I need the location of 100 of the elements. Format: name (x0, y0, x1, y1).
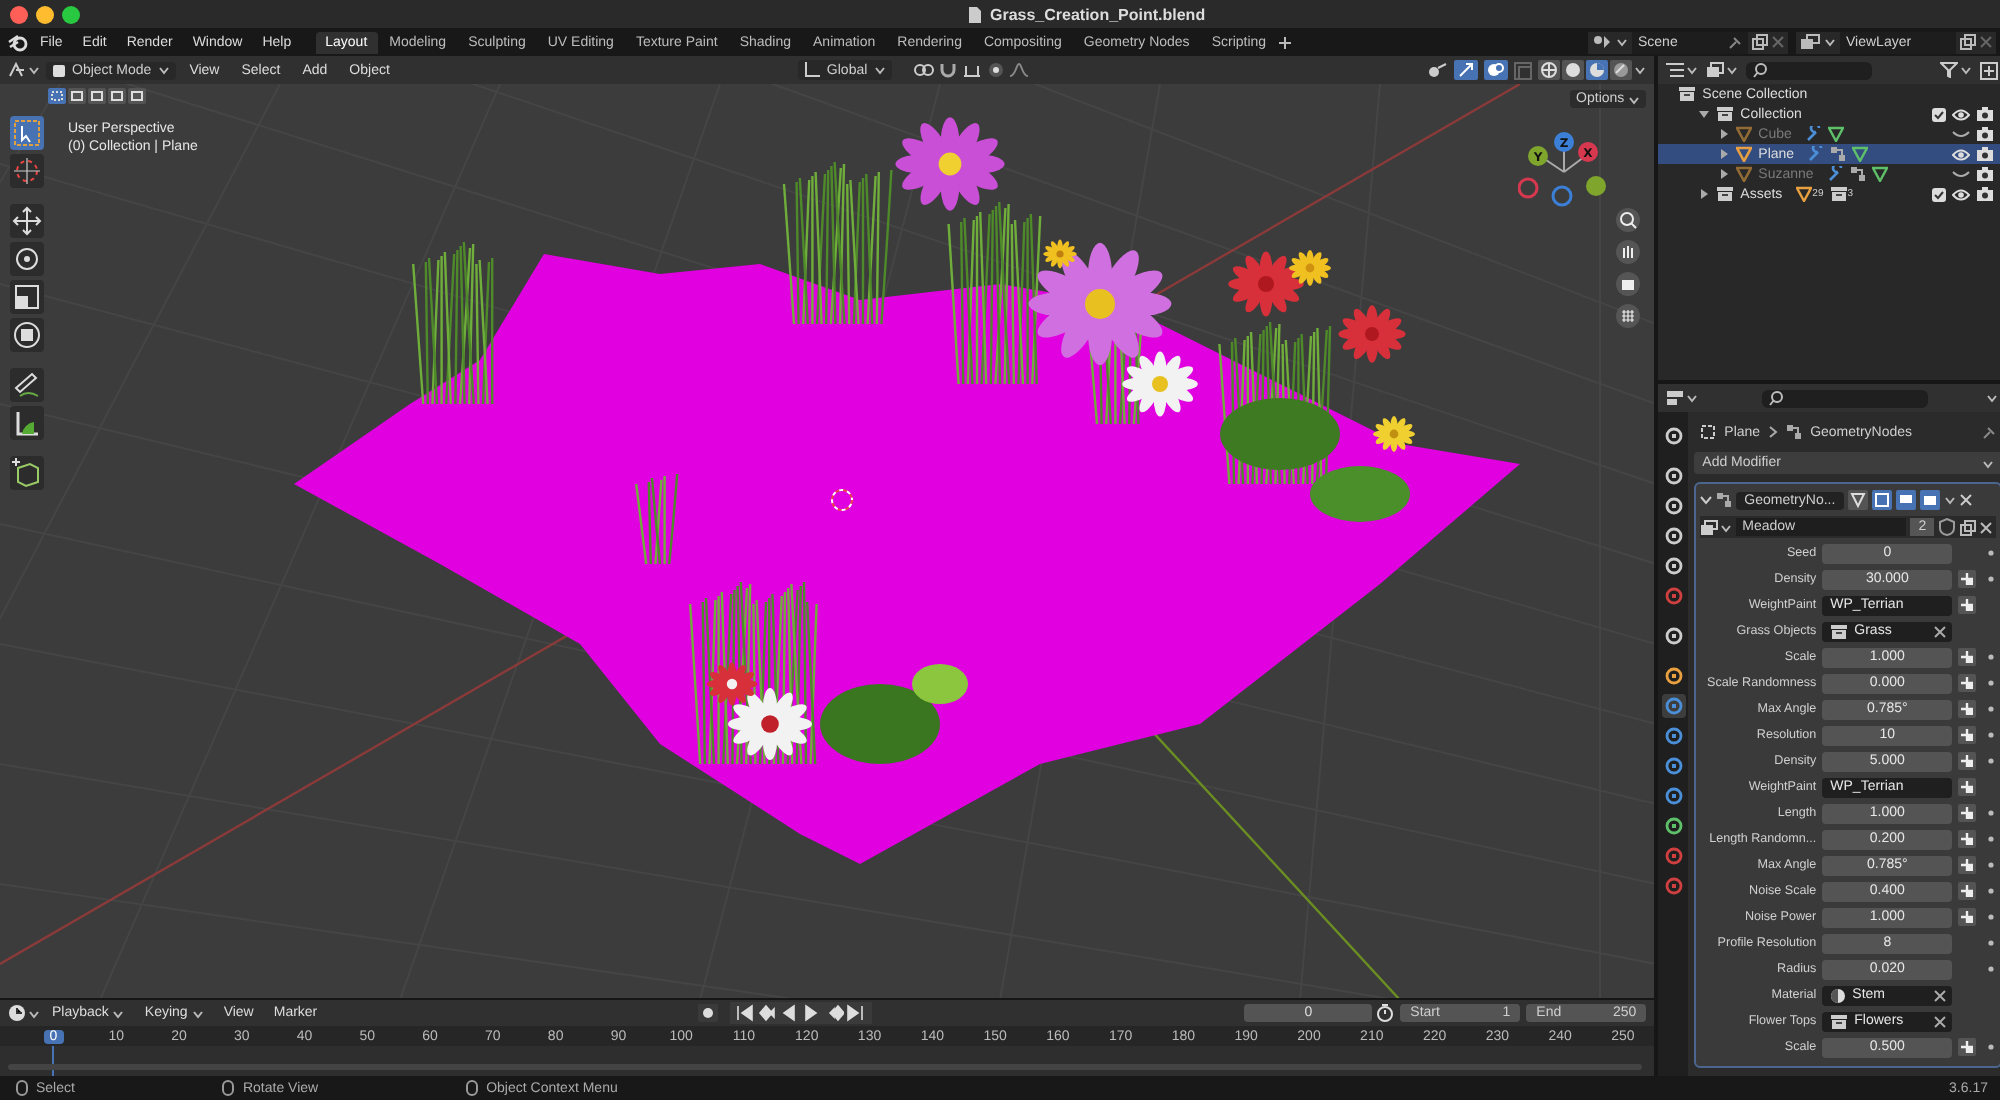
falloff-curve-icon[interactable] (1009, 62, 1028, 78)
attribute-toggle-icon[interactable] (1958, 908, 1977, 926)
caret-icon[interactable] (157, 64, 170, 76)
overlay-icon[interactable] (1484, 60, 1509, 80)
caret-icon[interactable] (873, 64, 886, 76)
transform-icon[interactable] (10, 318, 44, 352)
attribute-toggle-icon[interactable] (1958, 596, 1977, 614)
selection-mode-icon[interactable] (88, 88, 106, 104)
attribute-toggle-icon[interactable] (1958, 570, 1977, 588)
keyframe-dot-icon[interactable] (1987, 758, 1994, 764)
shading-mode-icon[interactable] (1538, 60, 1561, 80)
close-icon[interactable] (1934, 625, 1947, 637)
render-toggle-icon[interactable] (1919, 490, 1940, 510)
snap-icon[interactable] (961, 62, 982, 78)
keyframe-dot-icon[interactable] (1987, 836, 1994, 842)
pivot-icon[interactable] (913, 62, 934, 78)
play-reverse-icon[interactable] (779, 1004, 800, 1022)
node-tree-icon[interactable] (1700, 519, 1719, 535)
caret-icon[interactable] (112, 1007, 125, 1019)
edit-mode-toggle-icon[interactable] (1847, 490, 1868, 510)
caret-icon[interactable] (1986, 392, 1999, 404)
zoom-icon[interactable] (1616, 208, 1641, 232)
copy-icon[interactable] (1960, 34, 1976, 50)
editor-type-icon[interactable] (8, 62, 26, 78)
next-keyframe-icon[interactable] (823, 1004, 844, 1022)
stopwatch-icon[interactable] (1376, 1004, 1395, 1022)
search-field[interactable] (1762, 389, 1929, 407)
pin-icon[interactable] (1728, 35, 1742, 49)
previous-keyframe-icon[interactable] (757, 1004, 778, 1022)
zoom-button[interactable] (62, 5, 80, 23)
list-icon[interactable] (1666, 62, 1685, 78)
3d-cursor-icon[interactable] (831, 489, 853, 511)
attribute-toggle-icon[interactable] (1958, 674, 1977, 692)
selection-mode-icon[interactable] (128, 88, 146, 104)
checkbox[interactable] (1932, 187, 1947, 201)
camera-icon[interactable] (1976, 146, 1995, 162)
caret-icon[interactable] (28, 64, 40, 76)
keyframe-dot-icon[interactable] (1987, 732, 1994, 738)
viewport-toggle-icon[interactable] (1895, 490, 1916, 510)
attribute-toggle-icon[interactable] (1958, 648, 1977, 666)
filter-icon[interactable] (1940, 62, 1959, 78)
expand-arrow-icon[interactable] (1718, 148, 1731, 160)
caret-icon[interactable] (1726, 64, 1739, 76)
selection-mode-icon[interactable] (48, 88, 66, 104)
caret-icon[interactable] (1634, 64, 1647, 76)
keyframe-dot-icon[interactable] (1987, 966, 1994, 972)
attribute-toggle-icon[interactable] (1958, 752, 1977, 770)
scale-icon[interactable] (10, 280, 44, 314)
shield-icon[interactable] (1938, 518, 1957, 536)
caret-icon[interactable] (191, 1007, 204, 1019)
caret-icon[interactable] (1686, 392, 1699, 404)
blender-logo-icon[interactable] (8, 33, 28, 51)
pencil-icon[interactable] (10, 368, 44, 402)
attribute-toggle-icon[interactable] (1958, 726, 1977, 744)
proportional-icon[interactable] (987, 62, 1004, 78)
attribute-toggle-icon[interactable] (1958, 1038, 1977, 1056)
keyframe-dot-icon[interactable] (1987, 706, 1994, 712)
new-collection-icon[interactable] (1980, 61, 1999, 79)
keyframe-dot-icon[interactable] (1987, 914, 1994, 920)
camera-icon[interactable] (1976, 126, 1995, 142)
move-arrows-icon[interactable] (10, 204, 44, 238)
expand-arrow-icon[interactable] (1718, 128, 1731, 140)
caret-icon[interactable] (1616, 36, 1628, 48)
shading-mode-icon[interactable] (1562, 60, 1585, 80)
collapse-arrow-icon[interactable] (1698, 108, 1711, 120)
expand-arrow-icon[interactable] (1698, 188, 1711, 200)
grid-icon[interactable] (1616, 304, 1641, 328)
attribute-toggle-icon[interactable] (1958, 856, 1977, 874)
layers-icon[interactable] (1800, 34, 1820, 50)
visibility-icon[interactable] (1428, 62, 1449, 78)
caret-icon[interactable] (28, 1007, 40, 1019)
magnet-icon[interactable] (939, 62, 956, 78)
attribute-toggle-icon[interactable] (1958, 830, 1977, 848)
camera-icon[interactable] (1616, 272, 1641, 296)
keyframe-dot-icon[interactable] (1987, 550, 1994, 556)
clock-icon[interactable] (8, 1004, 26, 1022)
crosshair-icon[interactable] (10, 154, 44, 188)
keyframe-dot-icon[interactable] (1987, 680, 1994, 686)
keyframe-record-icon[interactable] (697, 1004, 718, 1022)
editor-type-icon[interactable] (1666, 390, 1685, 406)
selection-mode-icon[interactable] (108, 88, 126, 104)
ruler-icon[interactable] (10, 406, 44, 440)
caret-icon[interactable] (1824, 36, 1836, 48)
keyframe-dot-icon[interactable] (1987, 654, 1994, 660)
keyframe-dot-icon[interactable] (1987, 576, 1994, 582)
keyframe-dot-icon[interactable] (1987, 888, 1994, 894)
expand-arrow-icon[interactable] (1718, 168, 1731, 180)
select-box-icon[interactable] (10, 116, 44, 150)
copy-icon[interactable] (1752, 34, 1768, 50)
caret-icon[interactable] (1960, 64, 1973, 76)
close-icon[interactable] (1980, 521, 1993, 533)
camera-icon[interactable] (1976, 186, 1995, 202)
display-mode-icon[interactable] (1706, 62, 1725, 78)
play-icon[interactable] (801, 1004, 822, 1022)
keyframe-dot-icon[interactable] (1987, 940, 1994, 946)
checkbox[interactable] (1932, 107, 1947, 121)
eye-icon[interactable] (1952, 107, 1971, 121)
gizmo-icon[interactable] (1454, 60, 1479, 80)
caret-icon[interactable] (1628, 93, 1641, 105)
caret-icon[interactable] (1982, 457, 1995, 469)
